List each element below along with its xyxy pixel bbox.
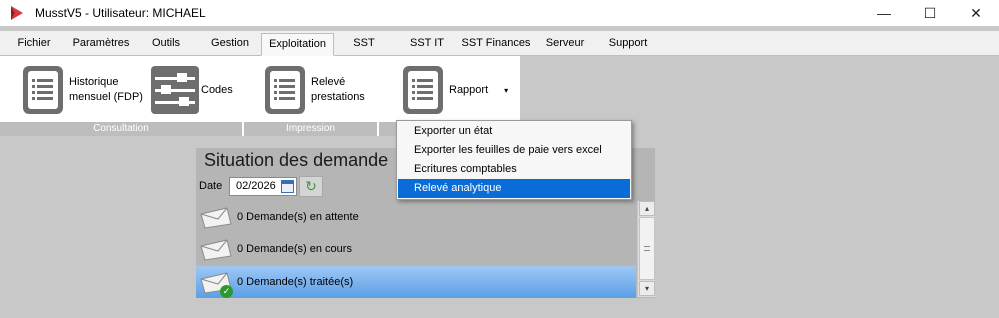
document-list-icon bbox=[403, 66, 443, 114]
scroll-down-button[interactable]: ▾ bbox=[639, 281, 655, 296]
tab-sst-it[interactable]: SST IT bbox=[402, 33, 452, 56]
list-item[interactable]: 0 Demande(s) en cours bbox=[196, 233, 636, 265]
codes-button[interactable]: Codes bbox=[151, 64, 233, 116]
historique-button[interactable]: Historique mensuel (FDP) bbox=[23, 64, 143, 116]
rapport-dropdown-menu: Exporter un état Exporter les feuilles d… bbox=[396, 120, 632, 200]
rapport-button[interactable]: Rapport ▾ bbox=[403, 64, 508, 116]
row-en-attente: 0 Demande(s) en attente bbox=[237, 211, 359, 223]
menu-item-exporter-feuilles-paie[interactable]: Exporter les feuilles de paie vers excel bbox=[398, 141, 630, 160]
tab-fichier[interactable]: Fichier bbox=[8, 33, 60, 56]
tab-outils[interactable]: Outils bbox=[142, 33, 190, 56]
releve-label-line1: Relevé bbox=[311, 76, 346, 88]
menu-item-releve-analytique[interactable]: Relevé analytique bbox=[398, 179, 630, 198]
group-consultation: Consultation bbox=[0, 122, 242, 136]
tab-gestion[interactable]: Gestion bbox=[202, 33, 258, 56]
historique-label-line1: Historique bbox=[69, 76, 119, 88]
ribbon: Historique mensuel (FDP) Codes Relevé pr… bbox=[0, 56, 520, 122]
historique-label-line2: mensuel (FDP) bbox=[69, 91, 143, 103]
window-title: MusstV5 - Utilisateur: MICHAEL bbox=[35, 6, 206, 20]
panel-title: Situation des demande bbox=[204, 150, 389, 170]
list-scrollbar[interactable]: ▴ ▾ bbox=[637, 201, 655, 297]
tab-parametres[interactable]: Paramètres bbox=[64, 33, 138, 56]
menu-item-ecritures-comptables[interactable]: Ecritures comptables bbox=[398, 160, 630, 179]
envelope-icon bbox=[200, 237, 232, 261]
demandes-list: 0 Demande(s) en attente 0 Demande(s) en … bbox=[196, 201, 636, 298]
codes-label: Codes bbox=[201, 83, 233, 96]
refresh-button[interactable]: ↻ bbox=[299, 176, 323, 197]
calendar-icon[interactable] bbox=[281, 180, 294, 193]
date-label: Date bbox=[199, 180, 223, 192]
scroll-up-button[interactable]: ▴ bbox=[639, 201, 655, 216]
chevron-down-icon[interactable]: ▾ bbox=[504, 86, 508, 95]
tab-serveur[interactable]: Serveur bbox=[538, 33, 592, 56]
close-button[interactable]: ✕ bbox=[953, 0, 999, 26]
check-icon: ✓ bbox=[220, 285, 233, 298]
list-item[interactable]: 0 Demande(s) en attente bbox=[196, 201, 636, 233]
scroll-thumb[interactable] bbox=[639, 217, 655, 280]
app-logo-icon bbox=[9, 5, 25, 21]
minimize-button[interactable]: — bbox=[861, 0, 907, 26]
envelope-icon bbox=[200, 205, 232, 229]
list-item[interactable]: ✓ 0 Demande(s) traitée(s) bbox=[196, 266, 636, 298]
date-value: 02/2026 bbox=[236, 180, 276, 192]
releve-prestations-button[interactable]: Relevé prestations bbox=[265, 64, 365, 116]
document-list-icon bbox=[265, 66, 305, 114]
menu-item-exporter-etat[interactable]: Exporter un état bbox=[398, 122, 630, 141]
envelope-check-icon: ✓ bbox=[200, 270, 233, 298]
menu-bar: Fichier Paramètres Outils Gestion Exploi… bbox=[0, 31, 999, 56]
row-en-cours: 0 Demande(s) en cours bbox=[237, 243, 352, 255]
title-bar: MusstV5 - Utilisateur: MICHAEL — ☐ ✕ bbox=[0, 0, 999, 26]
releve-label-line2: prestations bbox=[311, 91, 365, 103]
tab-sst-finances[interactable]: SST Finances bbox=[458, 33, 534, 56]
row-traitees: 0 Demande(s) traitée(s) bbox=[237, 276, 354, 288]
rapport-label: Rapport bbox=[449, 83, 489, 96]
tab-exploitation[interactable]: Exploitation bbox=[261, 33, 334, 56]
tab-support[interactable]: Support bbox=[602, 33, 654, 56]
sliders-icon bbox=[151, 66, 199, 114]
group-impression: Impression bbox=[244, 122, 377, 136]
document-list-icon bbox=[23, 66, 63, 114]
tab-sst[interactable]: SST bbox=[344, 33, 384, 56]
maximize-button[interactable]: ☐ bbox=[907, 0, 953, 26]
date-field[interactable]: 02/2026 bbox=[229, 177, 297, 196]
